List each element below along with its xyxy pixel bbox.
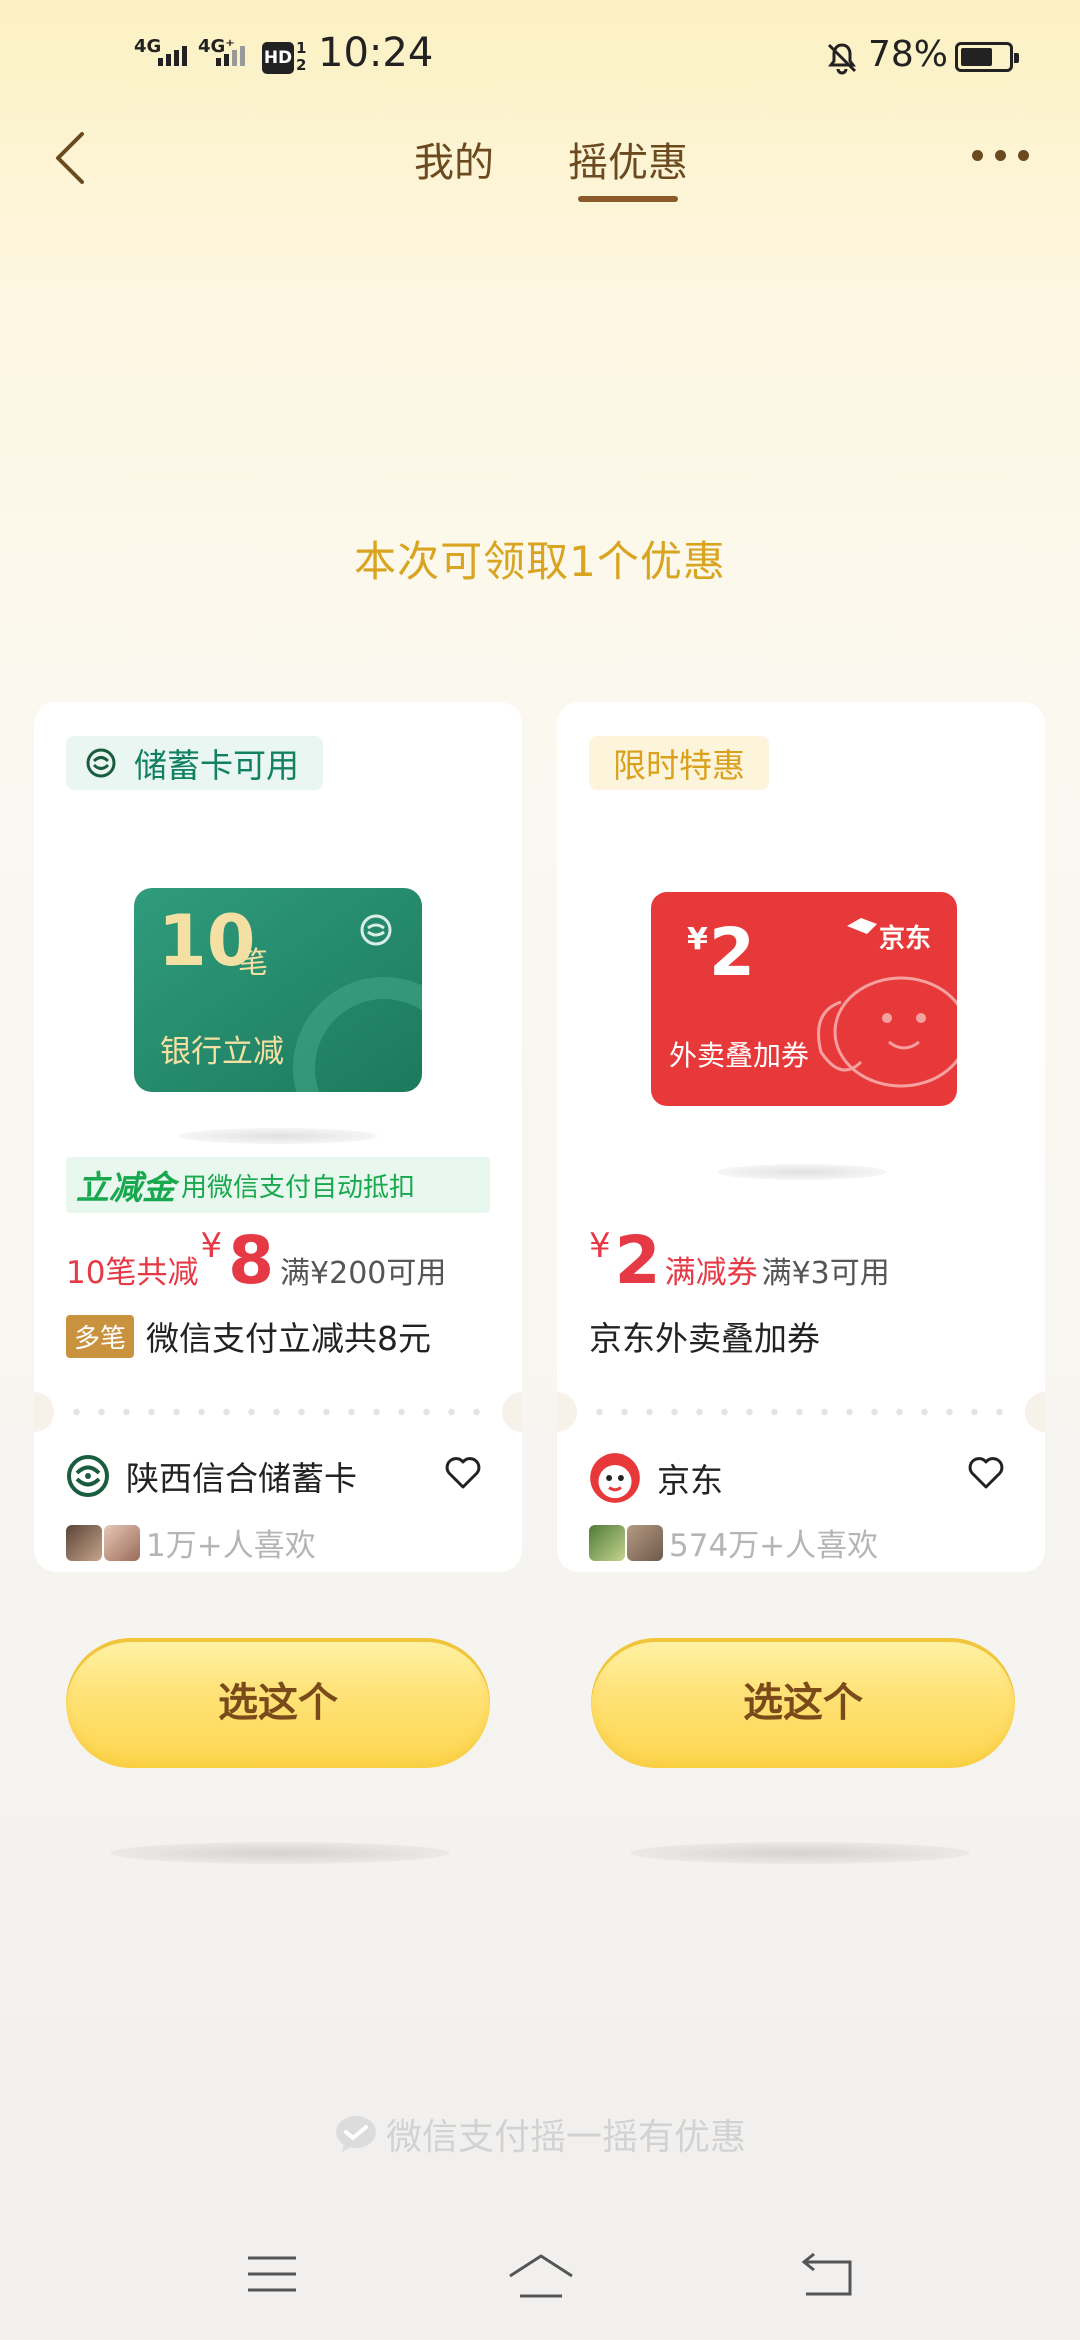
coupon-currency: ¥ xyxy=(687,922,708,957)
battery-percent: 78% xyxy=(868,34,949,75)
jd-logo-icon xyxy=(590,1453,640,1503)
back-nav-icon[interactable] xyxy=(796,2252,854,2298)
offer-card-jd[interactable]: 限时特惠 ¥ 2 京东 外卖叠加券 ¥ 2 满减券 满¥3可用 京东外卖叠加券 xyxy=(557,702,1045,1572)
avatar xyxy=(627,1524,663,1561)
heart-icon[interactable] xyxy=(967,1454,1005,1490)
badge-label: 限时特惠 xyxy=(613,746,745,785)
coupon-value: 2 xyxy=(709,914,755,991)
price-prefix: 10笔共减 xyxy=(66,1255,199,1291)
clock: 10:24 xyxy=(318,30,434,76)
currency-symbol: ¥ xyxy=(589,1226,611,1266)
coupon-shadow xyxy=(178,1128,378,1144)
home-icon[interactable] xyxy=(506,2252,576,2300)
signal-icon xyxy=(158,46,187,66)
rural-credit-logo-icon xyxy=(67,1455,109,1497)
avatar xyxy=(589,1524,625,1561)
discount-amount: 2 xyxy=(614,1222,661,1299)
merchant-name: 陕西信合储蓄卡 xyxy=(126,1459,357,1498)
footer-brand: 微信支付摇一摇有优惠 xyxy=(0,2108,1080,2160)
jd-coupon-image: ¥ 2 京东 外卖叠加券 xyxy=(651,892,957,1106)
price-line: ¥ 2 满减券 满¥3可用 xyxy=(589,1222,890,1299)
coupon-shadow xyxy=(717,1164,887,1180)
offer-title: 京东外卖叠加券 xyxy=(589,1319,820,1358)
bell-off-icon xyxy=(827,43,857,75)
jd-brand-label: 京东 xyxy=(879,924,932,954)
offer-title: 微信支付立减共8元 xyxy=(146,1319,432,1358)
likes-count: 574万+人喜欢 xyxy=(669,1528,879,1564)
likes-row: 574万+人喜欢 xyxy=(589,1520,878,1565)
tab-shake-deals[interactable]: 摇优惠 xyxy=(568,130,688,188)
tag-strong: 立减金 xyxy=(76,1168,175,1207)
hd-icon: HD xyxy=(262,42,294,74)
coupon-subtitle: 外卖叠加券 xyxy=(669,1039,810,1072)
avatar xyxy=(66,1524,102,1561)
more-icon[interactable] xyxy=(972,150,1029,161)
merchant-row: 京东 xyxy=(589,1452,723,1504)
hd-sub-label: 1 2 xyxy=(296,39,307,74)
limited-offer-badge: 限时特惠 xyxy=(589,736,769,790)
heart-icon[interactable] xyxy=(444,1454,482,1490)
price-line: 10笔共减 ¥ 8 满¥200可用 xyxy=(66,1222,446,1299)
footer-text: 微信支付摇一摇有优惠 xyxy=(385,2117,746,2158)
signal-icon-2 xyxy=(216,46,245,66)
likes-count: 1万+人喜欢 xyxy=(146,1528,316,1564)
use-condition: 满¥3可用 xyxy=(761,1256,890,1291)
button-shadow xyxy=(110,1842,450,1864)
tag-desc: 用微信支付自动抵扣 xyxy=(181,1172,416,1203)
offer-card-bank[interactable]: 储蓄卡可用 10 笔 银行立减 立减金 用微信支付自动抵扣 10笔共减 ¥ 8 … xyxy=(34,702,522,1572)
badge-label: 储蓄卡可用 xyxy=(134,746,299,785)
merchant-name: 京东 xyxy=(657,1461,723,1500)
system-nav-bar xyxy=(0,2212,1080,2340)
instant-discount-tag: 立减金 用微信支付自动抵扣 xyxy=(66,1157,490,1213)
button-shadow xyxy=(630,1842,970,1864)
coupon-subtitle: 银行立减 xyxy=(160,1034,284,1070)
back-icon[interactable] xyxy=(52,128,92,188)
coupon-type: 满减券 xyxy=(664,1255,758,1291)
status-bar: 4G 4G⁺ HD 1 2 10:24 78% xyxy=(0,0,1080,120)
choose-jd-offer-button[interactable]: 选这个 xyxy=(591,1638,1015,1768)
page-headline: 本次可领取1个优惠 xyxy=(354,537,726,586)
battery-icon xyxy=(955,42,1019,72)
likes-row: 1万+人喜欢 xyxy=(66,1520,316,1565)
discount-amount: 8 xyxy=(228,1222,275,1299)
offer-title-line: 多笔 微信支付立减共8元 xyxy=(66,1312,431,1360)
avatar xyxy=(104,1524,140,1561)
offer-title-line: 京东外卖叠加券 xyxy=(589,1312,820,1360)
merchant-row: 陕西信合储蓄卡 xyxy=(66,1452,357,1500)
perforation-divider xyxy=(557,1392,1045,1432)
choose-bank-offer-button[interactable]: 选这个 xyxy=(66,1638,490,1768)
coupon-unit: 笔 xyxy=(238,946,268,981)
bank-coupon-image: 10 笔 银行立减 xyxy=(134,888,422,1092)
tab-mine[interactable]: 我的 xyxy=(414,130,494,188)
multi-badge: 多笔 xyxy=(66,1314,135,1358)
currency-symbol: ¥ xyxy=(200,1226,223,1266)
use-condition: 满¥200可用 xyxy=(280,1256,447,1291)
debit-card-badge: 储蓄卡可用 xyxy=(66,736,323,790)
wechat-pay-icon xyxy=(335,2116,376,2152)
perforation-divider xyxy=(34,1392,522,1432)
rural-credit-icon xyxy=(86,748,116,778)
menu-icon[interactable] xyxy=(244,2252,300,2296)
active-tab-indicator xyxy=(578,196,678,202)
